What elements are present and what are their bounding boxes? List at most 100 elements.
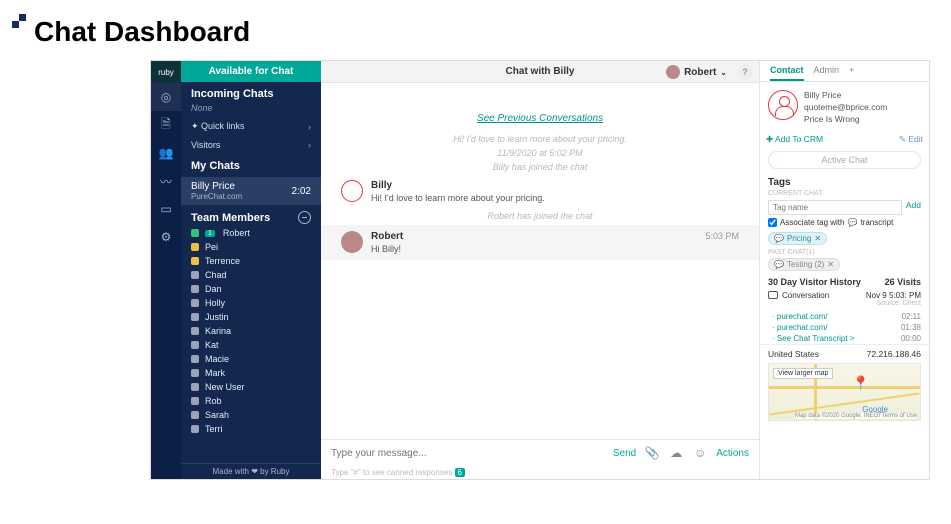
actions-menu[interactable]: Actions <box>716 448 749 459</box>
team-member-item[interactable]: Macie <box>181 352 321 366</box>
map-widget[interactable]: 📍 View larger map Google Map data ©2020 … <box>768 363 921 421</box>
conversation-source: Source: Direct <box>866 300 921 307</box>
attachment-icon[interactable]: 📎 <box>644 446 660 460</box>
conversation-label: Conversation <box>782 291 829 300</box>
nav-transcripts-icon[interactable]: 🗎 <box>151 111 181 139</box>
team-member-item[interactable]: Pei <box>181 240 321 254</box>
msg-time: 5:03 PM <box>705 231 739 241</box>
mychats-header: My Chats <box>191 160 311 172</box>
active-chat-pill[interactable]: Active Chat <box>768 151 921 169</box>
chat-title: Chat with Billy <box>506 66 575 77</box>
team-member-item[interactable]: Mark <box>181 366 321 380</box>
user-avatar[interactable] <box>666 65 680 79</box>
emoji-icon[interactable]: ☺ <box>692 446 708 460</box>
sidebar: Available for Chat Incoming Chats None ✦… <box>181 61 321 479</box>
add-tag-button[interactable]: Add <box>906 200 921 215</box>
system-line: 11/9/2020 at 5:02 PM <box>341 148 739 158</box>
team-member-item[interactable]: Karina <box>181 324 321 338</box>
tab-contact[interactable]: Contact <box>770 65 804 81</box>
status-dot-icon <box>191 341 199 349</box>
tag-pill[interactable]: 💬 Pricing ✕ <box>768 232 827 245</box>
visit-row[interactable]: · purechat.com/01:38 <box>772 322 921 333</box>
mychat-item[interactable]: Billy Price PureChat.com 2:02 <box>181 177 321 205</box>
add-to-crm-button[interactable]: ✚ Add To CRM <box>766 134 823 145</box>
visit-row[interactable]: · purechat.com/02:11 <box>772 311 921 322</box>
chevron-right-icon: › <box>308 122 311 132</box>
message-input[interactable] <box>331 448 605 459</box>
nav-settings-icon[interactable]: ⚙ <box>151 223 181 251</box>
map-pin-icon: 📍 <box>852 375 869 392</box>
msg-text: Hi Billy! <box>371 244 739 254</box>
made-with: Made with ❤ by Ruby <box>181 463 321 479</box>
edit-contact-button[interactable]: ✎ Edit <box>899 134 923 145</box>
mychat-site: PureChat.com <box>191 192 242 201</box>
status-dot-icon <box>191 369 199 377</box>
chat-header: Chat with Billy Robert ⌄ ? <box>321 61 759 83</box>
team-member-item[interactable]: Chad <box>181 268 321 282</box>
contact-company: Price Is Wrong <box>804 114 887 126</box>
main-panel: Chat with Billy Robert ⌄ ? See Previous … <box>321 61 759 479</box>
see-previous-link[interactable]: See Previous Conversations <box>341 113 739 124</box>
mychat-name: Billy Price <box>191 181 235 192</box>
team-member-name: Macie <box>205 354 229 364</box>
contact-email: quoteme@bprice.com <box>804 102 887 114</box>
team-member-item[interactable]: Rob <box>181 394 321 408</box>
msg-text: Hi! I'd love to learn more about your pr… <box>371 193 739 203</box>
collapse-team-icon[interactable]: – <box>298 211 311 224</box>
tab-add[interactable]: + <box>849 65 854 81</box>
send-button[interactable]: Send <box>613 448 636 459</box>
team-member-item[interactable]: Terri <box>181 422 321 436</box>
status-dot-icon <box>191 355 199 363</box>
team-member-item[interactable]: Holly <box>181 296 321 310</box>
chevron-down-icon[interactable]: ⌄ <box>720 68 727 77</box>
team-member-item[interactable]: Justin <box>181 310 321 324</box>
team-member-item[interactable]: Sarah <box>181 408 321 422</box>
tag-name-input[interactable] <box>768 200 902 215</box>
incoming-header: Incoming Chats <box>191 88 311 100</box>
quick-links-row[interactable]: ✦ Quick links › <box>181 117 321 136</box>
team-member-name: Dan <box>205 284 222 294</box>
contact-name: Billy Price <box>804 90 887 102</box>
team-member-name: Terri <box>205 424 223 434</box>
team-member-name: Justin <box>205 312 229 322</box>
availability-toggle[interactable]: Available for Chat <box>181 61 321 82</box>
history-visits: 26 Visits <box>885 277 921 287</box>
nav-archive-icon[interactable]: ▭ <box>151 195 181 223</box>
nav-analytics-icon[interactable]: 〰 <box>151 167 181 195</box>
iconbar: ruby ◎ 🗎 👥 〰 ▭ ⚙ <box>151 61 181 479</box>
view-larger-map-button[interactable]: View larger map <box>773 368 833 379</box>
associate-checkbox-input[interactable] <box>768 218 777 227</box>
visit-row[interactable]: · See Chat Transcript >00:00 <box>772 333 921 344</box>
cloud-upload-icon[interactable]: ☁ <box>668 446 684 460</box>
associate-label-2: transcript <box>860 218 893 227</box>
geo-row: United States 72.216.188.46 <box>760 344 929 363</box>
team-member-item[interactable]: New User <box>181 380 321 394</box>
chat-body: See Previous Conversations Hi! I'd love … <box>321 83 759 439</box>
team-member-item[interactable]: Dan <box>181 282 321 296</box>
user-name[interactable]: Robert <box>684 67 716 78</box>
team-member-item[interactable]: Kat <box>181 338 321 352</box>
msg-sender: Robert <box>371 231 739 242</box>
remove-tag-icon[interactable]: ✕ <box>827 260 834 269</box>
chat-message: 5:03 PM Robert Hi Billy! <box>321 225 759 260</box>
status-dot-icon <box>191 299 199 307</box>
status-dot-icon <box>191 383 199 391</box>
conversation-icon <box>768 291 778 299</box>
mychat-time: 2:02 <box>292 186 311 197</box>
nav-dashboard-icon[interactable]: ◎ <box>151 83 181 111</box>
help-icon[interactable]: ? <box>737 64 753 80</box>
team-member-item[interactable]: Terrence <box>181 254 321 268</box>
chat-message: Billy Hi! I'd love to learn more about y… <box>341 180 739 203</box>
associate-checkbox[interactable]: Associate tag with 💬 transcript <box>768 218 921 227</box>
canned-hint: Type "#" to see canned responses 6 <box>321 466 759 479</box>
team-member-name: Kat <box>205 340 219 350</box>
visitors-row[interactable]: Visitors › <box>181 136 321 154</box>
team-member-name: Karina <box>205 326 231 336</box>
tab-admin[interactable]: Admin <box>814 65 840 81</box>
nav-contacts-icon[interactable]: 👥 <box>151 139 181 167</box>
geo-ip: 72.216.188.46 <box>867 349 921 359</box>
tag-pill[interactable]: 💬 Testing (2) ✕ <box>768 258 840 271</box>
remove-tag-icon[interactable]: ✕ <box>814 234 821 243</box>
team-member-item[interactable]: 1Robert <box>181 226 321 240</box>
team-member-name: New User <box>205 382 245 392</box>
